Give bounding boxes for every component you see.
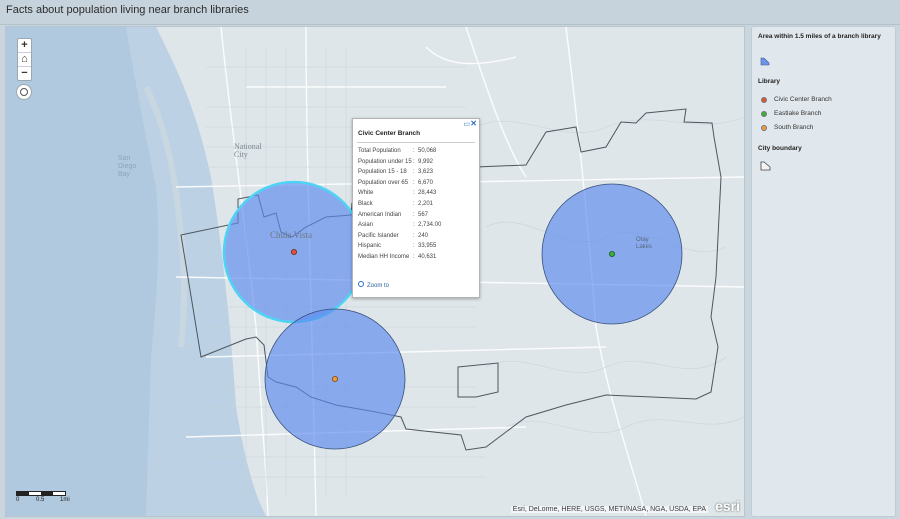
- close-icon[interactable]: ✕: [470, 119, 477, 128]
- field-value: 9,992: [418, 158, 434, 165]
- field-label: Median HH Income: [358, 253, 410, 260]
- popup-row: Black:2,201: [358, 199, 474, 210]
- field-value: 28,443: [418, 190, 437, 197]
- zoom-to-link[interactable]: Zoom to: [358, 281, 389, 289]
- app-title: Facts about population living near branc…: [6, 4, 249, 16]
- popup-row: Asian:2,734.00: [358, 220, 474, 231]
- field-label: Total Population: [358, 148, 401, 154]
- popup-row: Population under 15:9,992: [358, 157, 474, 168]
- legend-library-heading: Library: [758, 78, 781, 85]
- eastlake-dot-icon: [761, 111, 767, 117]
- scale-bar: 0 0.5 1mi: [16, 491, 70, 503]
- otay-label: Otay Lakes: [636, 237, 653, 250]
- field-value: 6,670: [418, 179, 434, 186]
- popup-fields: Total Population:50,068 Population under…: [353, 143, 479, 263]
- popup-row: American Indian:567: [358, 210, 474, 221]
- app-header: Facts about population living near branc…: [0, 0, 900, 25]
- field-label: Population under 15: [358, 158, 412, 165]
- field-value: 567: [418, 211, 429, 218]
- popup-title: Civic Center Branch: [357, 127, 475, 143]
- info-popup: ▭ ✕ Civic Center Branch Total Population…: [352, 118, 480, 298]
- legend-eastlake: Eastlake Branch: [774, 110, 822, 117]
- maximize-icon[interactable]: ▭: [463, 120, 470, 128]
- locate-icon: [20, 88, 28, 96]
- field-value: 2,201: [418, 200, 434, 207]
- zoom-in-button[interactable]: +: [18, 39, 31, 53]
- city-boundary-swatch-icon: [760, 161, 771, 171]
- popup-row: Population over 65:6,670: [358, 178, 474, 189]
- magnifier-icon: [358, 281, 364, 287]
- legend-south: South Branch: [774, 124, 814, 131]
- popup-row: Total Population:50,068: [358, 146, 474, 157]
- civic-center-dot-icon: [761, 97, 767, 103]
- field-value: 2,734.00: [418, 222, 442, 229]
- popup-row: Median HH Income:40,631: [358, 252, 474, 263]
- south-dot-icon: [761, 125, 767, 131]
- home-button[interactable]: ⌂: [18, 53, 31, 67]
- chula-vista-label: Chula Vista: [270, 230, 313, 240]
- field-value: 33,955: [418, 243, 437, 250]
- legend-city-heading: City boundary: [758, 145, 802, 152]
- field-label: Pacific Islander: [358, 232, 399, 239]
- zoom-out-button[interactable]: −: [18, 67, 31, 80]
- field-value: 40,631: [418, 253, 437, 260]
- field-value: 50,068: [418, 148, 437, 154]
- legend-panel: Area within 1.5 miles of a branch librar…: [751, 26, 896, 517]
- field-value: 3,623: [418, 169, 434, 176]
- field-label: American Indian: [358, 211, 402, 218]
- scale-label-0: 0: [16, 497, 20, 503]
- field-label: Population over 65: [358, 179, 409, 186]
- field-value: 240: [418, 232, 429, 239]
- field-label: Black: [358, 200, 373, 207]
- field-label: Asian: [358, 222, 374, 229]
- field-label: Population 15 - 18: [358, 169, 407, 176]
- scale-label-1: 0.5: [36, 497, 45, 503]
- esri-logo[interactable]: esri: [715, 498, 740, 514]
- map-view[interactable]: Chula Vista National City San Diego Bay …: [5, 26, 745, 517]
- popup-row: White:28,443: [358, 188, 474, 199]
- national-city-label: National City: [234, 142, 262, 159]
- legend-area-heading: Area within 1.5 miles of a branch librar…: [758, 33, 881, 40]
- popup-row: Population 15 - 18:3,623: [358, 167, 474, 178]
- zoom-control: + ⌂ −: [17, 38, 32, 81]
- scale-label-2: 1mi: [60, 497, 70, 503]
- popup-row: Pacific Islander:240: [358, 231, 474, 242]
- buffer-swatch-icon: [760, 57, 770, 66]
- bay-label: San Diego Bay: [118, 155, 137, 178]
- legend-civic-center: Civic Center Branch: [774, 96, 832, 103]
- popup-row: Hispanic:33,955: [358, 241, 474, 252]
- locate-button[interactable]: [16, 84, 32, 100]
- map-attribution: Esri, DeLorme, HERE, USGS, METI/NASA, NG…: [510, 506, 708, 513]
- field-label: Hispanic: [358, 243, 382, 250]
- zoom-to-label: Zoom to: [367, 283, 390, 289]
- field-label: White: [358, 190, 374, 197]
